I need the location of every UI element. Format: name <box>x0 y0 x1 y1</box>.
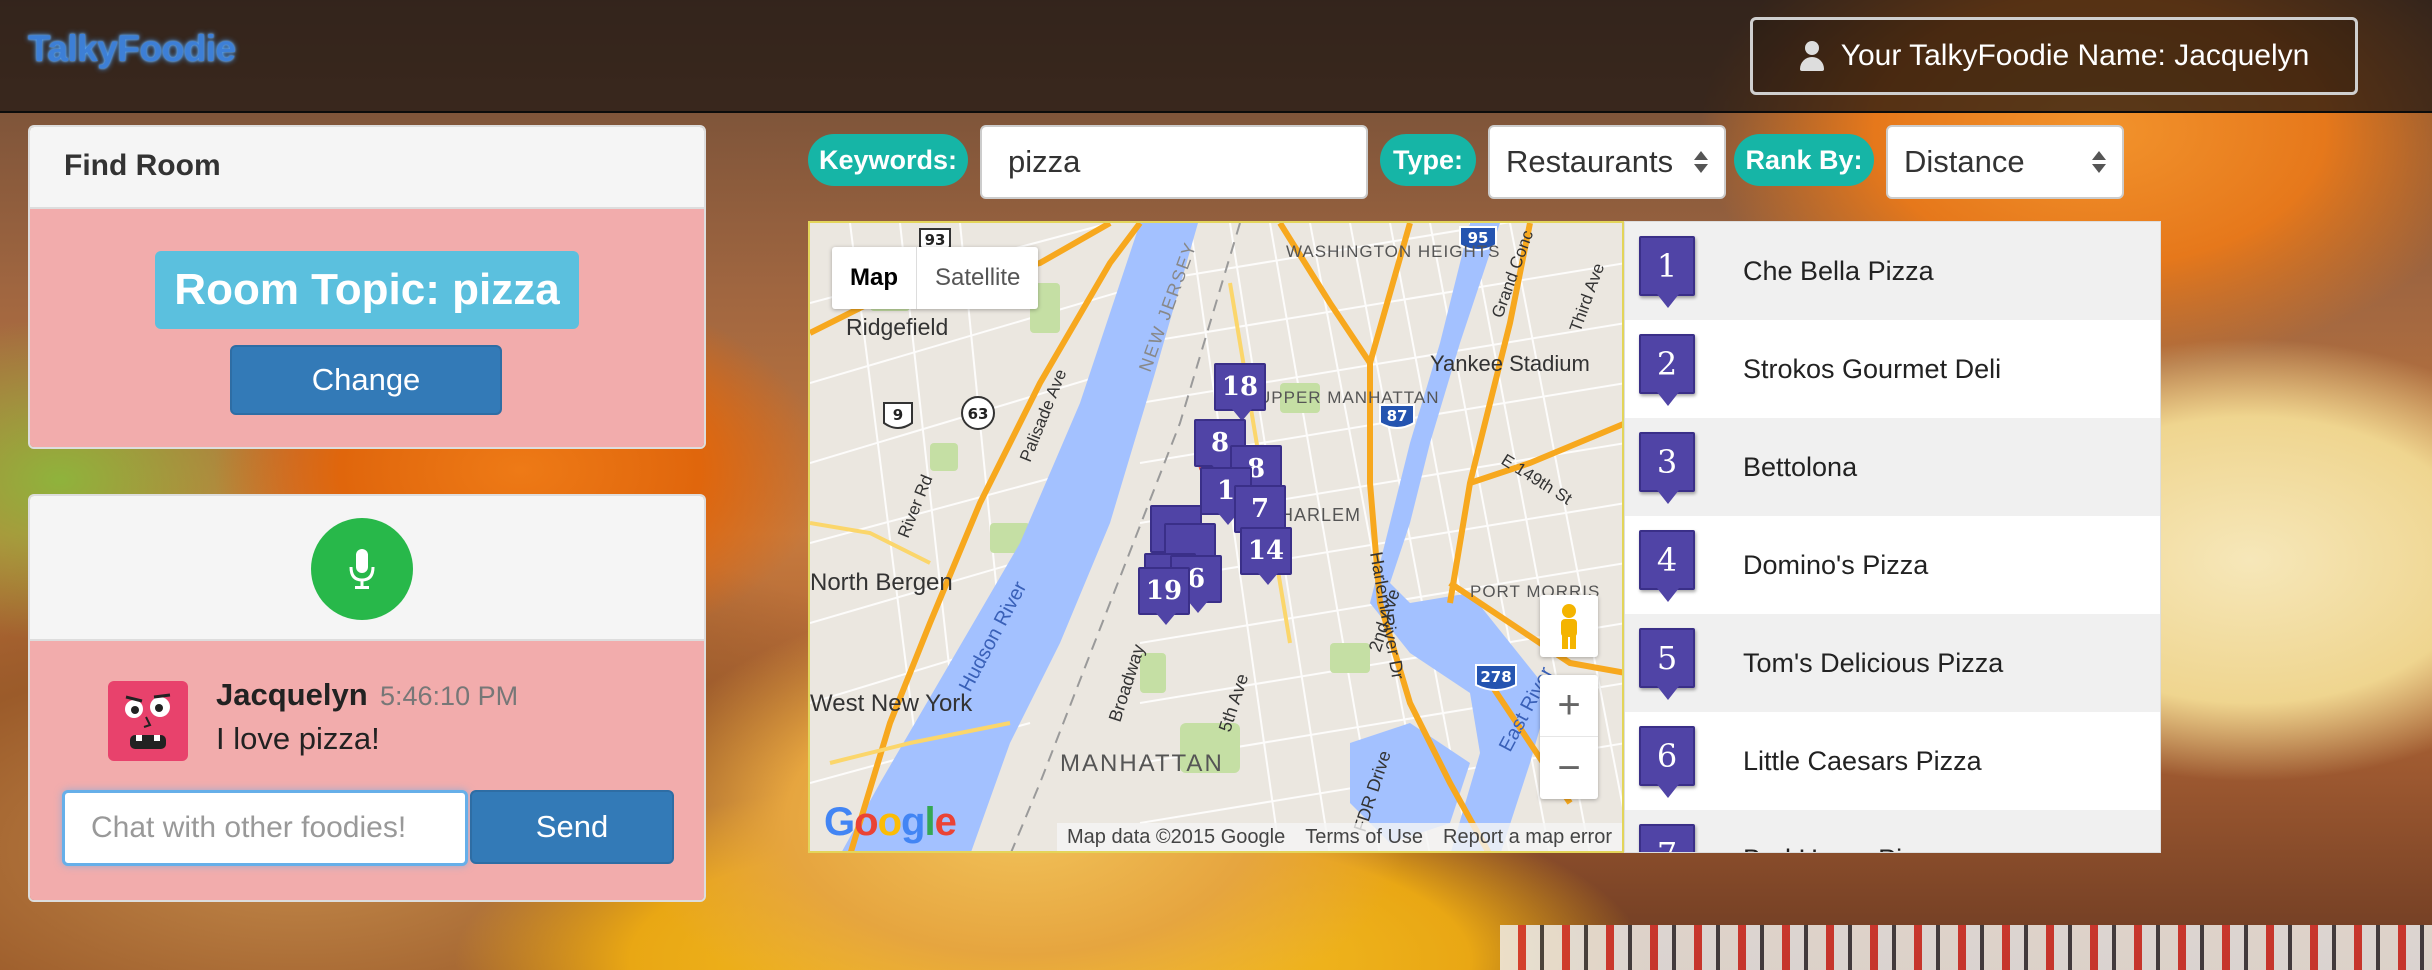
map-label-washington-heights: WASHINGTON HEIGHTS <box>1286 242 1500 261</box>
pegman-icon <box>1561 604 1577 649</box>
find-room-panel: Find Room Room Topic: pizza Change <box>28 125 706 449</box>
map-canvas: 93 95 9 63 87 278 Ridgefield North Berge… <box>810 223 1622 851</box>
zoom-in-button[interactable]: + <box>1540 675 1598 737</box>
result-name: Bad Horse Pizza <box>1743 844 1944 853</box>
shield-9-label: 9 <box>893 406 903 424</box>
map-label-harlem: HARLEM <box>1280 505 1361 525</box>
map-label-west-new-york: West New York <box>810 690 973 717</box>
type-select-value: Restaurants <box>1506 144 1674 179</box>
map[interactable]: 93 95 9 63 87 278 Ridgefield North Berge… <box>808 221 1624 853</box>
message-author: Jacquelyn <box>216 677 368 712</box>
user-icon <box>1799 41 1825 71</box>
room-topic-label: Room Topic: pizza <box>155 251 579 329</box>
chat-controls <box>30 496 704 641</box>
change-room-button[interactable]: Change <box>230 345 502 415</box>
message-text: I love pizza! <box>216 721 380 756</box>
microphone-button[interactable] <box>311 518 413 620</box>
result-marker: 1 <box>1639 236 1695 308</box>
type-select[interactable]: Restaurants <box>1488 125 1726 199</box>
result-marker: 3 <box>1639 432 1695 504</box>
result-marker: 4 <box>1639 530 1695 602</box>
result-name: Che Bella Pizza <box>1743 255 1934 286</box>
map-marker[interactable]: 7 <box>1234 485 1286 543</box>
result-marker: 7 <box>1639 824 1695 852</box>
street-view-pegman[interactable] <box>1540 595 1598 657</box>
map-label-upper-manhattan: UPPER MANHATTAN <box>1258 388 1440 407</box>
map-type-map-button[interactable]: Map <box>832 247 917 309</box>
google-logo: Google <box>824 800 957 844</box>
map-label-north-bergen: North Bergen <box>810 569 953 596</box>
navbar: TalkyFoodie Your TalkyFoodie Name: Jacqu… <box>0 0 2432 113</box>
result-item[interactable]: 7 Bad Horse Pizza <box>1625 810 2160 853</box>
map-label-manhattan: MANHATTAN <box>1060 750 1224 777</box>
result-name: Strokos Gourmet Deli <box>1743 353 2002 384</box>
find-room-body: Room Topic: pizza Change <box>30 209 704 447</box>
rank-by-select[interactable]: Distance <box>1886 125 2124 199</box>
result-marker: 2 <box>1639 334 1695 406</box>
tablecloth-strip <box>1500 925 2432 970</box>
microphone-icon <box>349 549 375 589</box>
find-room-heading: Find Room <box>30 127 704 209</box>
map-marker[interactable]: 18 <box>1214 363 1266 421</box>
result-name: Domino's Pizza <box>1743 549 1929 580</box>
map-type-satellite-button[interactable]: Satellite <box>917 247 1038 309</box>
result-item[interactable]: 2 Strokos Gourmet Deli <box>1625 320 2160 418</box>
shield-87-label: 87 <box>1387 407 1408 425</box>
chat-panel: Jacquelyn 5:46:10 PM I love pizza! Send <box>28 494 706 902</box>
map-label-yankee-stadium: Yankee Stadium <box>1430 351 1590 376</box>
report-map-error-link[interactable]: Report a map error <box>1433 826 1622 849</box>
rank-by-label: Rank By: <box>1734 134 1874 186</box>
username-label: Your TalkyFoodie Name: Jacquelyn <box>1840 39 2310 72</box>
chat-body: Jacquelyn 5:46:10 PM I love pizza! Send <box>30 641 704 900</box>
chat-input[interactable] <box>62 790 468 866</box>
result-marker: 5 <box>1639 628 1695 700</box>
result-marker: 6 <box>1639 726 1695 798</box>
username-button[interactable]: Your TalkyFoodie Name: Jacquelyn <box>1750 17 2358 95</box>
map-footer: Map data ©2015 Google Terms of Use Repor… <box>1056 823 1622 851</box>
terms-of-use-link[interactable]: Terms of Use <box>1295 826 1433 849</box>
keywords-label: Keywords: <box>808 134 968 186</box>
send-button[interactable]: Send <box>470 790 674 864</box>
result-item[interactable]: 3 Bettolona <box>1625 418 2160 516</box>
result-item[interactable]: 4 Domino's Pizza <box>1625 516 2160 614</box>
result-item[interactable]: 1 Che Bella Pizza <box>1625 222 2160 320</box>
select-arrows-icon <box>2092 151 2106 173</box>
result-item[interactable]: 6 Little Caesars Pizza <box>1625 712 2160 810</box>
map-type-control: Map Satellite <box>832 247 1039 309</box>
brand-logo[interactable]: TalkyFoodie <box>28 28 236 70</box>
shield-278-label: 278 <box>1480 668 1511 686</box>
zoom-out-button[interactable]: − <box>1540 737 1598 799</box>
result-name: Bettolona <box>1743 451 1858 482</box>
result-name: Tom's Delicious Pizza <box>1743 647 2004 678</box>
zoom-control: + − <box>1540 675 1598 799</box>
type-label: Type: <box>1380 134 1476 186</box>
select-arrows-icon <box>1694 151 1708 173</box>
results-list: 1 Che Bella Pizza 2 Strokos Gourmet Deli… <box>1624 221 2161 853</box>
avatar <box>108 681 188 761</box>
rank-by-select-value: Distance <box>1904 144 2025 179</box>
map-data-attribution: Map data ©2015 Google <box>1066 825 1286 848</box>
message-timestamp: 5:46:10 PM <box>380 681 519 711</box>
result-name: Little Caesars Pizza <box>1743 745 1982 776</box>
shield-63-label: 63 <box>968 405 989 423</box>
result-item[interactable]: 5 Tom's Delicious Pizza <box>1625 614 2160 712</box>
map-label-ridgefield: Ridgefield <box>846 314 948 340</box>
keywords-input[interactable] <box>980 125 1368 199</box>
map-marker[interactable]: 14 <box>1240 527 1292 585</box>
map-marker[interactable]: 19 <box>1138 567 1190 625</box>
